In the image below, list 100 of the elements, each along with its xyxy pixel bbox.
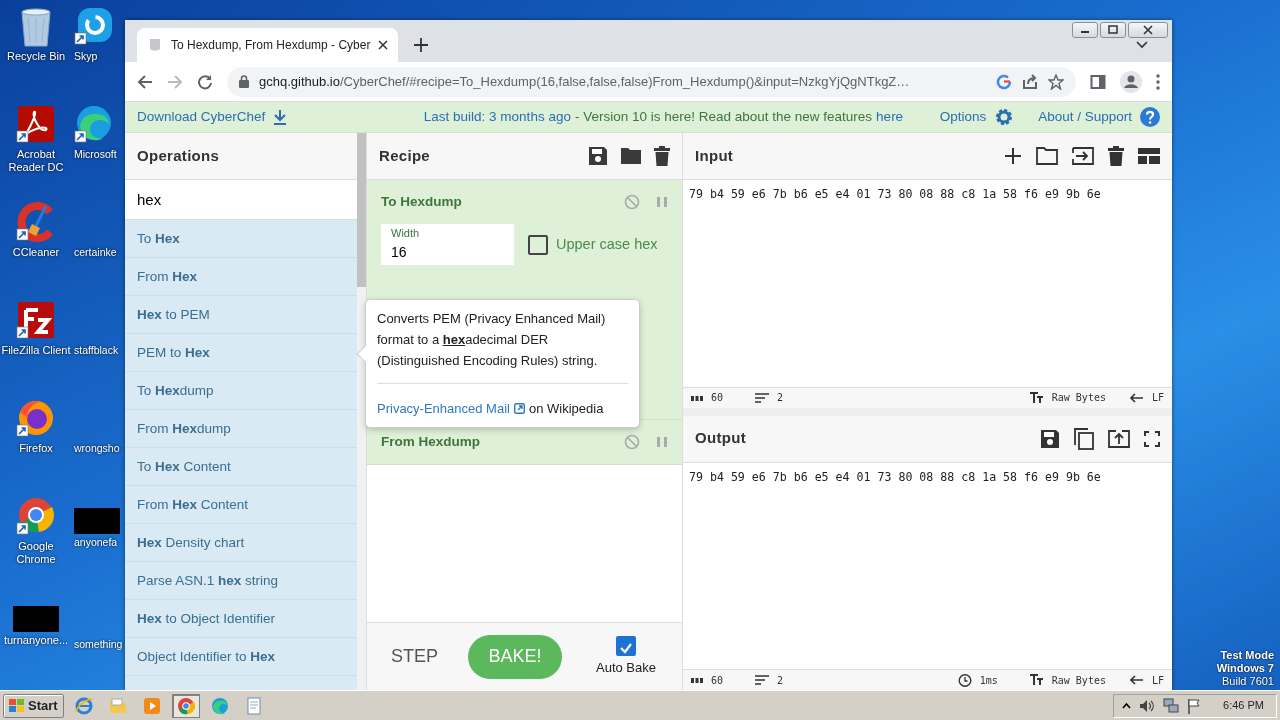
google-icon[interactable] [996, 73, 1012, 90]
lock-icon [239, 75, 249, 88]
panel-title: Input [695, 145, 734, 166]
features-link[interactable]: here [876, 106, 904, 128]
checkbox-label[interactable]: Upper case hex [556, 233, 658, 256]
layout-icon[interactable] [1138, 148, 1160, 164]
build-link[interactable]: Last build: 3 months ago [423, 106, 571, 128]
share-icon[interactable] [1022, 73, 1038, 90]
popout-icon[interactable] [1108, 429, 1130, 448]
help-icon[interactable] [1140, 107, 1160, 127]
star-icon[interactable] [1048, 73, 1064, 90]
speaker-icon[interactable] [1139, 698, 1156, 713]
step-title: From Hexdump [381, 432, 480, 451]
desktop-icon-label[interactable]: something [74, 638, 123, 651]
line-ending-label[interactable]: LF [1151, 672, 1164, 688]
font-icon[interactable] [1029, 674, 1044, 686]
line-ending-label[interactable]: LF [1151, 390, 1164, 405]
panel-title: Output [695, 428, 746, 449]
app-icon[interactable] [16, 398, 56, 440]
desktop-icon-label[interactable]: turnanyone... [3, 634, 69, 647]
download-icon[interactable] [273, 109, 288, 126]
return-icon[interactable] [1129, 675, 1144, 685]
search-field[interactable]: hex [125, 180, 357, 220]
scrollbar-thumb[interactable] [357, 133, 366, 287]
step-title: To Hexdump [381, 192, 462, 211]
system-notice-text: Build 7601 [1222, 675, 1274, 688]
thumbnail-icon[interactable] [74, 508, 120, 534]
desktop-icon-label[interactable]: Microsoft [74, 148, 117, 161]
browser-tab[interactable]: To Hexdump, From Hexdump - Cyber [137, 28, 399, 62]
desktop-icon-label[interactable]: FileZilla Client [1, 344, 71, 357]
encoding-label[interactable]: Raw Bytes [1051, 390, 1106, 405]
desktop-icon-label[interactable]: Recycle Bin [6, 50, 66, 63]
desktop-icon-label[interactable]: staffblack [74, 344, 119, 357]
fullscreen-icon[interactable] [1144, 430, 1160, 447]
clock[interactable]: 6:46 PM [1223, 697, 1264, 714]
chevron-up-icon[interactable] [1122, 701, 1132, 710]
close-button[interactable] [1128, 22, 1168, 38]
gear-icon[interactable] [994, 107, 1015, 127]
add-icon[interactable] [1004, 147, 1022, 165]
hex-text[interactable]: 79 b4 59 e6 7b b6 e5 e4 01 73 80 08 88 c8 1a 58 f6 e9 9b 6e [683, 462, 1172, 669]
desktop-icon-label[interactable]: wrongsho [74, 442, 120, 455]
address-bar[interactable]: gchq.github.io/CyberChef/#recipe=To_Hexdump(16,false,false,false)From_Hexdump()&input=NzkgYjQgNTkgZ… [227, 66, 1076, 97]
reload-icon[interactable] [197, 73, 213, 90]
about-link[interactable]: About / Support [1038, 106, 1132, 128]
start-button[interactable]: Start [3, 693, 64, 718]
import-icon[interactable] [1072, 147, 1094, 165]
chevron-down-icon[interactable] [1136, 41, 1148, 50]
app-icon[interactable] [74, 104, 114, 146]
desktop-icon-label[interactable]: Acrobat Reader DC [0, 148, 72, 174]
checkbox[interactable] [616, 635, 636, 656]
save-icon[interactable] [1040, 428, 1060, 449]
thumbnail-icon[interactable] [13, 606, 59, 632]
profile-icon[interactable] [1120, 70, 1142, 93]
taskbar-app-icon[interactable] [171, 693, 200, 718]
app-icon[interactable] [16, 496, 56, 538]
checkbox-label[interactable]: Auto Bake [596, 657, 656, 678]
wikipedia-link[interactable]: Privacy-Enhanced Mail [377, 398, 510, 419]
network-icon[interactable] [1163, 697, 1180, 714]
desktop-icon-label[interactable]: certainke [74, 246, 117, 259]
desktop-icon-label[interactable]: Firefox [19, 442, 53, 455]
folder-icon[interactable] [620, 147, 642, 165]
desktop-icon-label[interactable]: anyonefa [74, 536, 118, 549]
step-button[interactable]: STEP [391, 643, 438, 670]
app-icon[interactable] [74, 6, 114, 48]
save-icon[interactable] [588, 146, 608, 166]
options-link[interactable]: Options [939, 106, 987, 128]
new-tab-icon[interactable] [414, 38, 429, 53]
download-link[interactable]: Download CyberChef [137, 106, 266, 128]
back-icon[interactable] [137, 73, 153, 90]
close-icon[interactable] [378, 40, 389, 50]
line-count: 2 [777, 673, 784, 688]
trash-icon[interactable] [1108, 146, 1124, 166]
restore-icon [1107, 25, 1119, 35]
app-icon[interactable] [16, 300, 56, 342]
hex-text[interactable]: 79 b4 59 e6 7b b6 e5 e4 01 73 80 08 88 c8 1a 58 f6 e9 9b 6e [683, 180, 1172, 387]
minimize-button[interactable] [1072, 22, 1098, 38]
lines-icon [755, 392, 770, 403]
menu-icon[interactable] [1156, 73, 1160, 90]
copy-icon[interactable] [1074, 427, 1094, 450]
panel-title: Recipe [379, 145, 430, 166]
encoding-label[interactable]: Raw Bytes [1051, 672, 1106, 688]
app-icon[interactable] [16, 104, 56, 146]
return-icon[interactable] [1129, 392, 1144, 403]
side-panel-icon[interactable] [1090, 73, 1106, 90]
app-icon[interactable] [16, 202, 56, 244]
desktop-icon-label[interactable]: Skyp [74, 50, 98, 63]
clock-icon [957, 673, 972, 687]
restore-button[interactable] [1100, 22, 1126, 38]
folder-icon[interactable] [1036, 147, 1058, 165]
desktop-icon-label[interactable]: CCleaner [12, 246, 60, 259]
length-count: 60 [711, 391, 724, 405]
flag-icon[interactable] [1187, 697, 1202, 714]
checkbox[interactable] [528, 234, 548, 255]
lines-icon [755, 675, 770, 685]
trash-icon[interactable] [654, 146, 670, 166]
desktop-icon-label[interactable]: Google Chrome [0, 540, 72, 566]
font-icon[interactable] [1029, 391, 1044, 404]
length-icon [691, 676, 703, 684]
close-icon [1143, 25, 1153, 35]
external-link-icon[interactable] [513, 403, 525, 414]
